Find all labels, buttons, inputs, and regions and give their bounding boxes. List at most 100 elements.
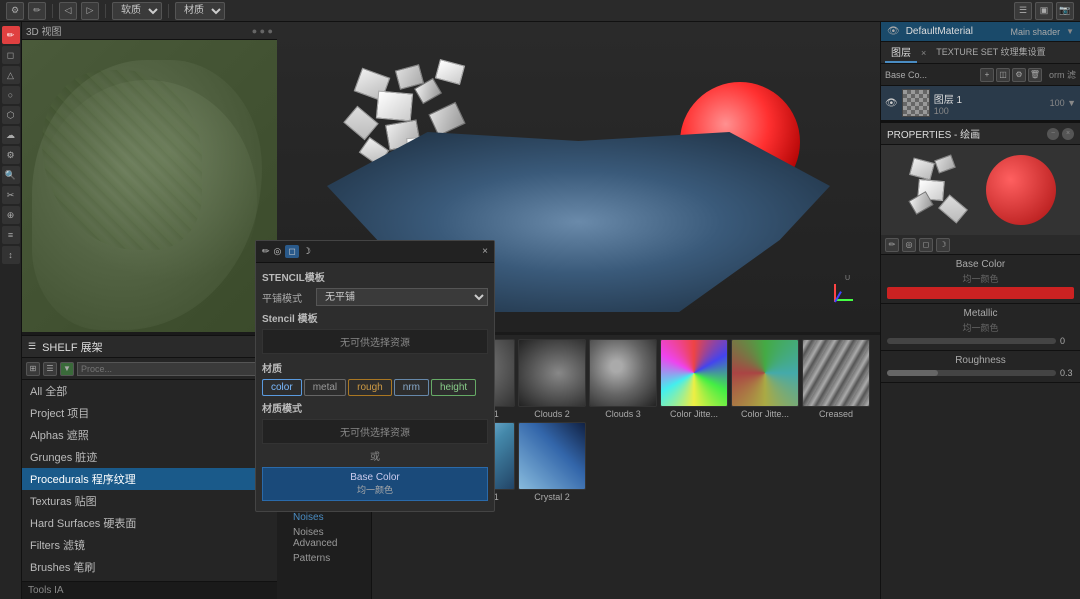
layer-tool-1[interactable]: + [980,68,994,82]
channel-height[interactable]: height [431,379,476,396]
texture-set-shader[interactable]: Main shader [1011,27,1061,37]
left-sidebar: ✏ ◻ △ ○ ⬡ ☁ ⚙ 🔍 ✂ ⊕ ≡ ↕ [0,22,22,599]
prop-close[interactable]: × [1062,128,1074,140]
prop-tool-1[interactable]: ✏ [885,238,899,252]
or-label: 或 [262,448,488,463]
eye-icon[interactable]: 👁 [887,26,900,37]
toolbar-icon-1[interactable]: ⚙ [6,2,24,20]
texture-set-item[interactable]: 👁 DefaultMaterial Main shader ▼ [881,22,1080,42]
shelf-filter-btn[interactable]: ▼ [60,362,74,376]
mat-item-crystal2[interactable]: Crystal 2 [518,422,586,502]
prop-tool-4[interactable]: ☽ [936,238,950,252]
view-dropdown-left[interactable]: 软质 [112,2,162,20]
shelf-item-all[interactable]: All 全部 [22,380,277,402]
cat-sub-noises-adv[interactable]: Noises Advanced [277,525,371,551]
mat-item-clouds2[interactable]: Clouds 2 [518,339,586,419]
shelf-search[interactable] [77,362,273,376]
shelf-item-label: Brushes 笔刷 [30,559,95,575]
roughness-slider[interactable] [887,370,1056,376]
channel-rough[interactable]: rough [348,379,392,396]
properties-panel: PROPERTIES - 绘画 − × ✏ ◎ ◻ ☽ B [881,121,1080,383]
tiling-dropdown[interactable]: 无平铺 [316,288,488,306]
layer-eye[interactable]: 👁 [885,98,898,109]
shelf-item-alphas[interactable]: Alphas 遮照 [22,424,277,446]
tool-cut[interactable]: ✂ [2,186,20,204]
toolbar-monitor[interactable]: ▣ [1035,2,1053,20]
channel-color[interactable]: color [262,379,302,396]
stencil-icon-1[interactable]: ✏ [262,246,270,257]
toolbar-icon-2[interactable]: ✏ [28,2,46,20]
toolbar-back[interactable]: ◁ [59,2,77,20]
tool-resize[interactable]: ↕ [2,246,20,264]
base-color-swatch[interactable] [887,287,1074,299]
prop-tool-3[interactable]: ◻ [919,238,933,252]
shelf-header: ☰ SHELF 展架 [22,336,277,358]
tab-close[interactable]: × [921,48,926,58]
shelf-item-label: Project 项目 [30,405,89,421]
cat-sub-patterns[interactable]: Patterns [277,551,371,566]
tool-list[interactable]: ≡ [2,226,20,244]
cat-sub-noises[interactable]: Noises [277,510,371,525]
shelf-item-hard-surfaces[interactable]: Hard Surfaces 硬表面 [22,512,277,534]
mat-item-creased[interactable]: Creased [802,339,870,419]
stencil-popup: ✏ ◎ ◻ ☽ × STENCIL模板 平铺模式 无平铺 Stencil 模板 … [255,240,495,512]
prop-cubes-preview [906,155,976,225]
base-color-sub-label: 均一颜色 [267,483,483,496]
toolbar-forward[interactable]: ▷ [81,2,99,20]
viewport-left-header: 3D 视图 ● ● ● [22,22,277,40]
layer-tool-3[interactable]: ⚙ [1012,68,1026,82]
tab-texture-set-settings[interactable]: TEXTURE SET 纹理集设置 [930,43,1051,62]
layer-item-1[interactable]: 👁 图层 1 100 100 ▼ [881,86,1080,121]
mat-item-colorjitter2[interactable]: Color Jitte... [731,339,799,419]
popup-close[interactable]: × [482,246,488,257]
tool-hex[interactable]: ⬡ [2,106,20,124]
viewport-left-title: 3D 视图 [26,23,62,38]
tool-search[interactable]: 🔍 [2,166,20,184]
shelf-grid-btn[interactable]: ⊞ [26,362,40,376]
shelf-item-texturas[interactable]: Texturas 贴图 [22,490,277,512]
shelf-item-filters[interactable]: Filters 滤镜 [22,534,277,556]
layers-toolbar: Base Co... + ◫ ⚙ 🗑 orm 滤 [881,64,1080,86]
view-dropdown-right[interactable]: 材质 [175,2,225,20]
shelf-item-grunges[interactable]: Grunges 脏迹 [22,446,277,468]
tool-circle[interactable]: ○ [2,86,20,104]
viewport-left: 3D 视图 ● ● ● [22,22,277,332]
prop-tool-2[interactable]: ◎ [902,238,916,252]
mat-item-clouds3[interactable]: Clouds 3 [589,339,657,419]
mat-item-colorjitter1[interactable]: Color Jitte... [660,339,728,419]
prop-minimize[interactable]: − [1047,128,1059,140]
shader-dropdown-icon[interactable]: ▼ [1066,27,1074,36]
tool-brush[interactable]: ✏ [2,26,20,44]
channel-nrm[interactable]: nrm [394,379,429,396]
stencil-icon-3[interactable]: ◻ [285,245,298,258]
prop-toolbar: ✏ ◎ ◻ ☽ [881,235,1080,255]
tool-add[interactable]: ⊕ [2,206,20,224]
shelf-item-brushes[interactable]: Brushes 笔刷 [22,556,277,577]
toolbar-settings[interactable]: ☰ [1014,2,1032,20]
viewport-left-canvas[interactable] [22,40,277,332]
sep-3 [168,4,169,18]
mat-label-creased: Creased [802,409,870,419]
tool-fill[interactable]: ◻ [2,46,20,64]
stencil-info: 无可供选择资源 [262,329,488,354]
right-panel: TEXTURE SET 纹理集列表 设置 👁 DefaultMaterial M… [880,0,1080,599]
layer-tool-2[interactable]: ◫ [996,68,1010,82]
channel-tabs: color metal rough nrm height [262,379,488,396]
orm-label: orm 滤 [1049,68,1076,81]
base-color-sub: 均一颜色 [887,272,1074,285]
tab-layers[interactable]: 图层 [885,42,917,63]
shelf-item-procedurals[interactable]: Procedurals 程序纹理 [22,468,277,490]
tool-gear[interactable]: ⚙ [2,146,20,164]
base-color-btn[interactable]: Base Color 均一颜色 [262,467,488,501]
shelf-list-btn[interactable]: ☰ [43,362,57,376]
stencil-icon-4[interactable]: ☽ [303,246,311,257]
tool-polygon[interactable]: △ [2,66,20,84]
channel-metal[interactable]: metal [304,379,346,396]
layer-tool-4[interactable]: 🗑 [1028,68,1042,82]
shelf-item-project[interactable]: Project 项目 [22,402,277,424]
metallic-slider[interactable] [887,338,1056,344]
stencil-icon-2[interactable]: ◎ [274,246,282,257]
stencil-title: STENCIL模板 [262,269,488,284]
toolbar-camera[interactable]: 📷 [1056,2,1074,20]
tool-smudge[interactable]: ☁ [2,126,20,144]
